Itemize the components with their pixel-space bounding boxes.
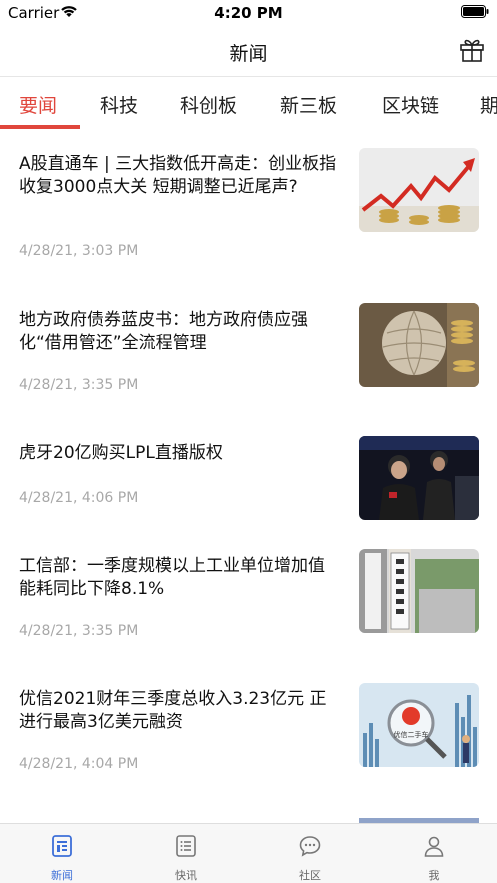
news-icon [52, 835, 72, 857]
tab-neeq[interactable]: 新三板 [280, 91, 337, 118]
tab-blockchain[interactable]: 区块链 [382, 91, 439, 118]
news-time: 4/28/21, 3:03 PM [19, 243, 139, 259]
tabbar-label: 快讯 [175, 869, 197, 882]
news-thumbnail [359, 303, 479, 387]
news-title: 地方政府债券蓝皮书：地方政府债应强化“借用管还”全流程管理 [19, 310, 308, 353]
tabbar-label: 我 [428, 869, 440, 882]
bottom-tab-bar: 新闻 快讯 社区 我 [0, 823, 497, 883]
tab-headlines[interactable]: 要闻 [19, 91, 57, 118]
news-item[interactable]: 工信部：一季度规模以上工业单位增加值能耗同比下降8.1% 4/28/21, 3:… [0, 549, 497, 663]
gift-icon[interactable] [459, 37, 485, 63]
tabbar-item-flash[interactable]: 快讯 [124, 824, 248, 883]
news-thumbnail [359, 148, 479, 232]
tabbar-label: 新闻 [51, 869, 73, 882]
news-title: A股直通车 | 三大指数低开高走：创业板指收复3000点大关 短期调整已近尾声? [19, 154, 337, 197]
news-title: 优信2021财年三季度总收入3.23亿元 正进行最高3亿美元融资 [19, 689, 327, 732]
thumb-brand-badge: 优信二手车 [394, 730, 429, 739]
category-tabs: 要闻 科技 科创板 新三板 区块链 期 [0, 77, 497, 131]
news-item[interactable]: 地方政府债券蓝皮书：地方政府债应强化“借用管还”全流程管理 4/28/21, 3… [0, 303, 497, 417]
news-time: 4/28/21, 4:04 PM [19, 756, 139, 772]
person-icon [424, 836, 444, 857]
clock: 4:20 PM [214, 4, 283, 22]
active-tab-indicator [0, 125, 80, 129]
news-time: 4/28/21, 3:35 PM [19, 623, 139, 639]
tab-futures[interactable]: 期 [480, 91, 497, 118]
news-item[interactable]: 优信2021财年三季度总收入3.23亿元 正进行最高3亿美元融资 4/28/21… [0, 683, 497, 798]
tabbar-label: 社区 [299, 869, 321, 882]
tabbar-item-me[interactable]: 我 [372, 824, 496, 883]
tab-technology[interactable]: 科技 [100, 91, 138, 118]
tabbar-item-community[interactable]: 社区 [248, 824, 372, 883]
flash-list-icon [176, 835, 196, 857]
news-time: 4/28/21, 4:06 PM [19, 490, 139, 506]
news-title: 工信部：一季度规模以上工业单位增加值能耗同比下降8.1% [19, 556, 325, 599]
news-item[interactable]: 虎牙20亿购买LPL直播版权 4/28/21, 4:06 PM [0, 436, 497, 532]
tabbar-item-news[interactable]: 新闻 [0, 824, 124, 883]
news-thumbnail [359, 436, 479, 520]
news-item[interactable]: A股直通车 | 三大指数低开高走：创业板指收复3000点大关 短期调整已近尾声?… [0, 148, 497, 280]
chat-bubble-icon [299, 836, 321, 857]
status-bar: Carrier 4:20 PM [0, 0, 497, 26]
news-title: 虎牙20亿购买LPL直播版权 [19, 443, 223, 463]
page-title: 新闻 [229, 43, 268, 65]
tab-star-market[interactable]: 科创板 [180, 91, 237, 118]
news-thumbnail [359, 549, 479, 633]
battery-icon [461, 5, 489, 18]
news-thumbnail: 优信二手车 [359, 683, 479, 767]
navigation-bar: 新闻 [0, 26, 497, 76]
news-time: 4/28/21, 3:35 PM [19, 377, 139, 393]
